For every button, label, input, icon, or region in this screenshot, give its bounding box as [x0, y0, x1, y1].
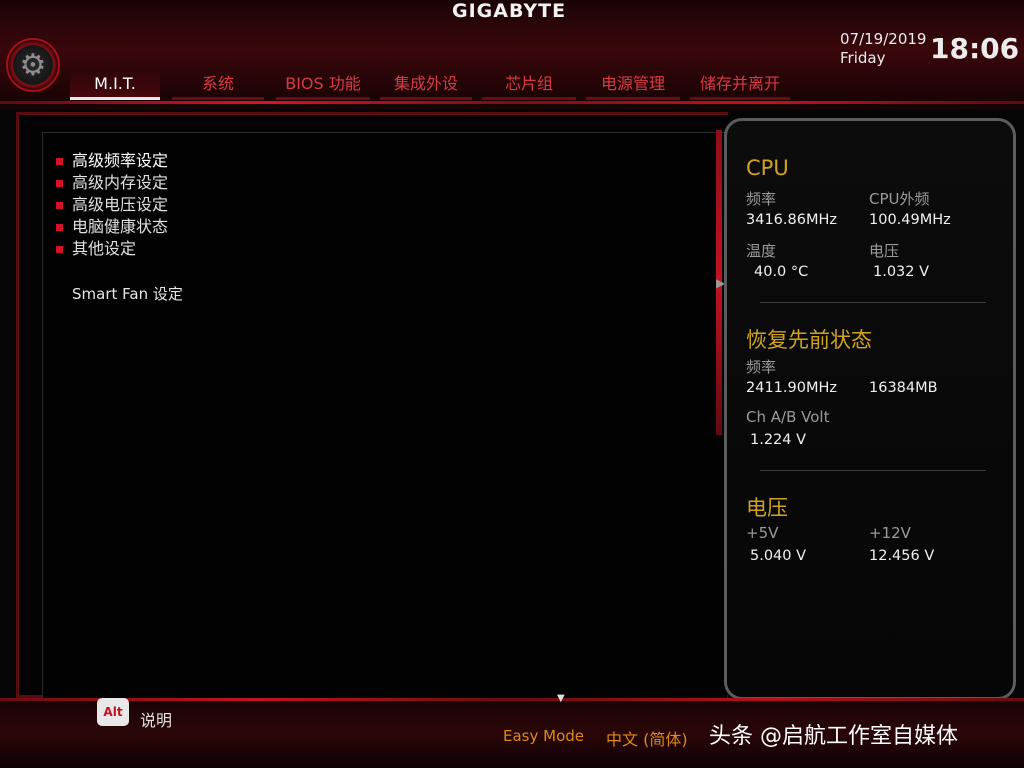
menu-item-pc-health[interactable]: 电脑健康状态	[56, 216, 168, 238]
menu-item-advanced-memory[interactable]: 高级内存设定	[56, 172, 168, 194]
cpu-volt-value: 1.032 V	[873, 264, 930, 280]
clock: 18:06	[930, 32, 1020, 65]
v5-value: 5.040 V	[750, 548, 807, 564]
cpu-freq-value: 3416.86MHz	[746, 212, 837, 228]
cpu-temp-label: 温度	[746, 242, 777, 260]
cpu-volt-label: 电压	[869, 242, 900, 260]
menu-item-advanced-frequency[interactable]: 高级频率设定	[56, 150, 549, 172]
memory-volt-value: 1.224 V	[750, 432, 807, 448]
tab-power[interactable]: 电源管理	[586, 70, 680, 100]
settings-menu: 高级频率设定 高级内存设定 高级电压设定 电脑健康状态 其他设定	[56, 150, 549, 260]
bullet-icon	[56, 180, 63, 187]
cpu-bclk-label: CPU外频	[869, 190, 930, 208]
cpu-temp-value: 40.0 °C	[754, 264, 809, 280]
memory-size-value: 16384MB	[869, 380, 938, 396]
memory-freq-value: 2411.90MHz	[746, 380, 837, 396]
cpu-freq-label: 频率	[746, 190, 777, 208]
cpu-section-title: CPU	[746, 156, 789, 180]
tab-system[interactable]: 系统	[172, 70, 264, 100]
language-button[interactable]: 中文 (简体)	[606, 726, 688, 750]
tab-chipset[interactable]: 芯片组	[482, 70, 576, 100]
menu-item-label: 电脑健康状态	[72, 217, 169, 236]
menu-item-advanced-voltage[interactable]: 高级电压设定	[56, 194, 168, 216]
menu-item-label: 高级内存设定	[72, 173, 169, 192]
chevron-down-icon: ▼	[557, 693, 565, 704]
help-label: 说明	[140, 711, 173, 730]
date-display: 07/19/2019 Friday	[840, 30, 926, 68]
watermark: 头条 @启航工作室自媒体	[709, 724, 958, 749]
v5-label: +5V	[746, 524, 779, 542]
bullet-icon	[56, 224, 63, 231]
tab-mit[interactable]: M.I.T.	[70, 70, 160, 100]
divider	[760, 470, 986, 471]
tab-bios-features[interactable]: BIOS 功能	[276, 70, 370, 100]
bullet-icon	[56, 158, 63, 165]
menu-item-label: 其他设定	[72, 239, 137, 258]
gear-icon[interactable]: ⚙	[6, 38, 60, 92]
cpu-bclk-value: 100.49MHz	[869, 212, 951, 228]
v12-value: 12.456 V	[869, 548, 935, 564]
memory-volt-label: Ch A/B Volt	[746, 408, 830, 426]
voltage-section-title: 电压	[746, 496, 788, 520]
menu-item-label: 高级频率设定	[72, 151, 169, 170]
menu-item-smart-fan[interactable]: Smart Fan 设定	[72, 283, 183, 304]
alt-key-icon[interactable]: Alt	[97, 698, 129, 726]
tab-peripherals[interactable]: 集成外设	[380, 70, 472, 100]
memory-freq-label: 频率	[746, 358, 777, 376]
date-text: 07/19/2019	[840, 30, 927, 48]
divider	[760, 302, 986, 303]
tab-save-exit[interactable]: 储存并离开	[690, 70, 790, 100]
menu-item-label: 高级电压设定	[72, 195, 169, 214]
menu-item-misc[interactable]: 其他设定	[56, 238, 168, 260]
v12-label: +12V	[869, 524, 911, 542]
brand-logo: GIGABYTE	[452, 0, 567, 22]
day-text: Friday	[840, 49, 886, 67]
easy-mode-button[interactable]: Easy Mode	[503, 727, 584, 745]
bullet-icon	[56, 246, 63, 253]
bullet-icon	[56, 202, 63, 209]
memory-section-title: 恢复先前状态	[746, 328, 872, 352]
